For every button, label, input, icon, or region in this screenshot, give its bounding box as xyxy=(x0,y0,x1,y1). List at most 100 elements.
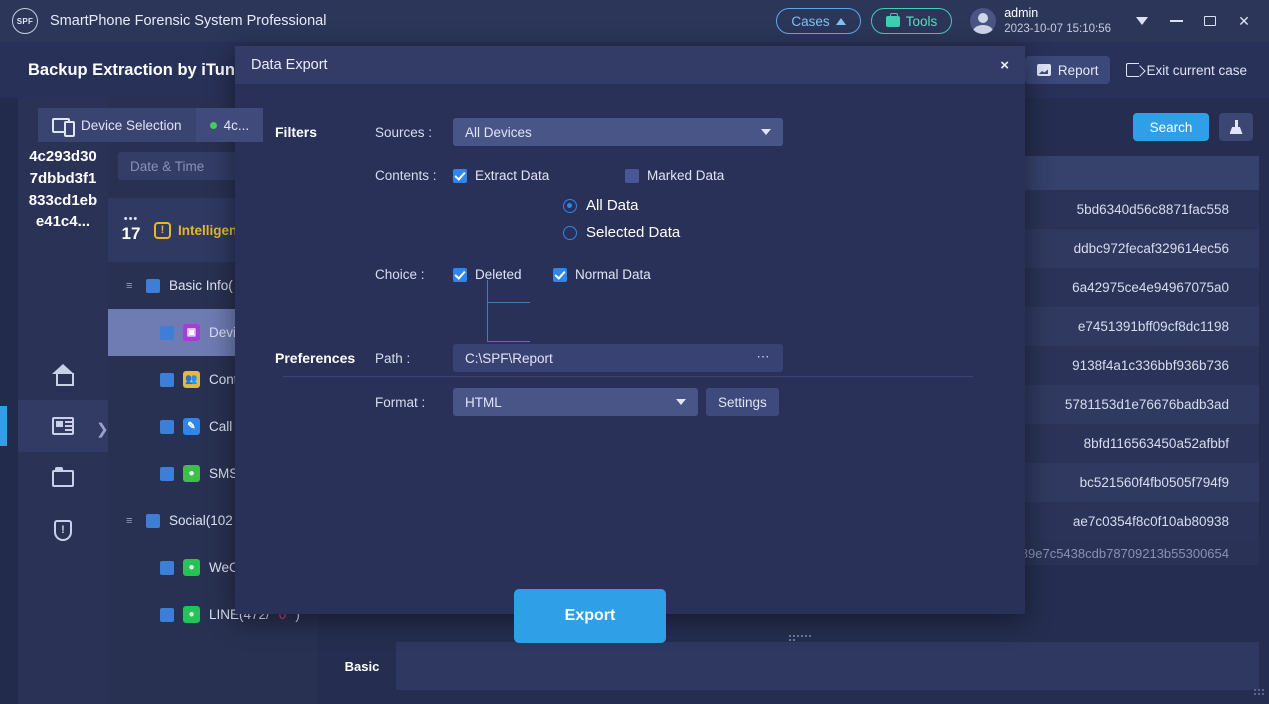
normal-data-label: Normal Data xyxy=(575,267,651,282)
checkbox-icon xyxy=(553,267,567,282)
rail-icon-list: ! xyxy=(0,348,108,556)
minimize-button[interactable] xyxy=(1161,6,1191,36)
report-icon xyxy=(1036,64,1051,76)
dialog-title: Data Export xyxy=(251,57,328,73)
close-icon: ✕ xyxy=(1238,12,1250,29)
checkbox[interactable] xyxy=(146,513,160,528)
window-controls: ✕ xyxy=(1127,6,1259,36)
format-selected-value: HTML xyxy=(465,394,502,410)
row-hash: 5781153d1e76676badb3ad xyxy=(1064,397,1229,412)
marked-data-checkbox[interactable]: Marked Data xyxy=(625,168,724,183)
tab-device-instance[interactable]: 4c... xyxy=(195,108,264,142)
titlebar-right-group: Cases Tools admin 2023-10-07 15:10:56 ✕ xyxy=(776,0,1269,42)
user-datetime: 2023-10-07 15:10:56 xyxy=(1004,22,1111,35)
maximize-button[interactable] xyxy=(1195,6,1225,36)
tab-device-instance-label: 4c... xyxy=(223,117,250,133)
sources-select[interactable]: All Devices xyxy=(453,118,783,146)
checkbox-icon xyxy=(453,267,467,282)
data-export-dialog: Data Export × Filters Sources : All Devi… xyxy=(235,46,1025,643)
row-hash: 6a42975ce4e94967075a0 xyxy=(1072,280,1229,295)
tree-item-label: Social(102 xyxy=(169,513,233,528)
format-select[interactable]: HTML xyxy=(453,388,698,416)
row-hash: 8bfd116563450a52afbbf xyxy=(1083,436,1229,451)
splitter-grip[interactable] xyxy=(788,634,812,641)
cases-button[interactable]: Cases xyxy=(776,8,861,34)
contents-label: Contents : xyxy=(375,168,437,183)
marked-data-label: Marked Data xyxy=(647,168,725,183)
report-button[interactable]: Report xyxy=(1024,56,1111,84)
sidebar-item-alerts[interactable]: ! xyxy=(18,504,108,556)
choice-row: Choice : Deleted Normal Data xyxy=(275,267,985,282)
panel-expand-arrow[interactable]: ❯ xyxy=(96,420,109,438)
sources-selected-value: All Devices xyxy=(465,124,532,140)
path-row: Preferences Path : C:\SPF\Report ⋯ xyxy=(275,344,985,372)
row-hash: ddbc972fecaf329614ec56 xyxy=(1073,241,1229,256)
row-hash: ae7c0354f8c0f10ab80938 xyxy=(1072,514,1229,529)
checkbox[interactable] xyxy=(160,325,174,340)
clear-filters-button[interactable] xyxy=(1219,113,1253,141)
iccid-hash: 62189e7c5438cdb78709213b55300654 xyxy=(999,545,1229,561)
preferences-section-label: Preferences xyxy=(275,350,356,366)
sidebar-item-home[interactable] xyxy=(18,348,108,400)
browse-icon[interactable]: ⋯ xyxy=(757,350,772,363)
settings-button[interactable]: Settings xyxy=(706,388,779,416)
exit-current-case-button[interactable]: Exit current case xyxy=(1118,63,1255,78)
tree-item-label: Cont xyxy=(209,372,238,387)
extract-data-checkbox[interactable]: Extract Data xyxy=(453,168,625,183)
row-hash: bc521560f4fb0505f794f9 xyxy=(1079,475,1229,490)
collapse-icon[interactable]: ≡ xyxy=(126,280,137,292)
shield-alert-icon: ! xyxy=(54,519,72,541)
extract-data-label: Extract Data xyxy=(475,168,550,183)
minimize-icon xyxy=(1169,20,1183,22)
dropdown-button[interactable] xyxy=(1127,6,1157,36)
sidebar-item-data[interactable] xyxy=(0,400,108,452)
data-list-icon xyxy=(52,417,74,435)
user-name: admin xyxy=(1004,6,1039,20)
export-button[interactable]: Export xyxy=(514,589,666,643)
path-input[interactable]: C:\SPF\Report ⋯ xyxy=(453,344,783,372)
sidebar-item-files[interactable] xyxy=(18,452,108,504)
close-button[interactable]: ✕ xyxy=(1229,6,1259,36)
page-title: Backup Extraction by iTunes xyxy=(28,60,254,79)
dialog-title-bar: Data Export × xyxy=(235,46,1025,84)
normal-data-checkbox[interactable]: Normal Data xyxy=(553,267,651,282)
line-icon: ● xyxy=(183,606,200,623)
user-block[interactable]: admin 2023-10-07 15:10:56 xyxy=(970,6,1111,36)
collapse-icon[interactable]: ≡ xyxy=(126,515,137,527)
sources-row: Filters Sources : All Devices xyxy=(275,118,985,146)
calendar-day: 17 xyxy=(121,223,141,243)
tab-device-selection[interactable]: Device Selection xyxy=(38,108,196,142)
avatar xyxy=(970,8,997,34)
checkbox-icon xyxy=(453,168,467,183)
chevron-down-icon xyxy=(676,399,686,405)
checkbox[interactable] xyxy=(160,419,174,434)
close-icon[interactable]: × xyxy=(1000,57,1009,74)
contacts-icon: 👥 xyxy=(183,371,200,388)
window-resize-grip[interactable] xyxy=(1253,688,1265,700)
detail-pane: Basic xyxy=(328,642,1259,690)
all-data-radio[interactable]: All Data xyxy=(563,197,639,214)
maximize-icon xyxy=(1204,16,1216,26)
subheader-actions: Report Exit current case xyxy=(1024,56,1255,84)
calendar-icon: ••• 17 xyxy=(118,214,144,244)
checkbox[interactable] xyxy=(160,560,174,575)
search-button[interactable]: Search xyxy=(1133,113,1209,141)
row-hash: 5bd6340d56c8871fac558 xyxy=(1076,202,1229,217)
checkbox[interactable] xyxy=(160,466,174,481)
checkbox[interactable] xyxy=(160,607,174,622)
chevron-down-icon xyxy=(761,129,771,135)
tools-button[interactable]: Tools xyxy=(870,8,953,34)
checkbox[interactable] xyxy=(160,372,174,387)
title-bar: SPF SmartPhone Forensic System Professio… xyxy=(0,0,1269,42)
tree-item-label: SMS xyxy=(209,466,239,481)
app-logo-icon: SPF xyxy=(12,8,38,34)
selected-data-radio[interactable]: Selected Data xyxy=(563,224,680,241)
choice-label: Choice : xyxy=(375,267,425,282)
row-hash: e7451391bff09cf8dc1198 xyxy=(1077,319,1229,334)
checkbox[interactable] xyxy=(146,278,160,293)
tree-item-label: Devi xyxy=(209,325,237,340)
row-hash: 9138f4a1c336bbf936b736 xyxy=(1072,358,1229,373)
sources-label: Sources : xyxy=(375,124,433,140)
contents-row: Contents : Extract Data Marked Data xyxy=(275,168,985,183)
tab-basic[interactable]: Basic xyxy=(328,642,396,690)
